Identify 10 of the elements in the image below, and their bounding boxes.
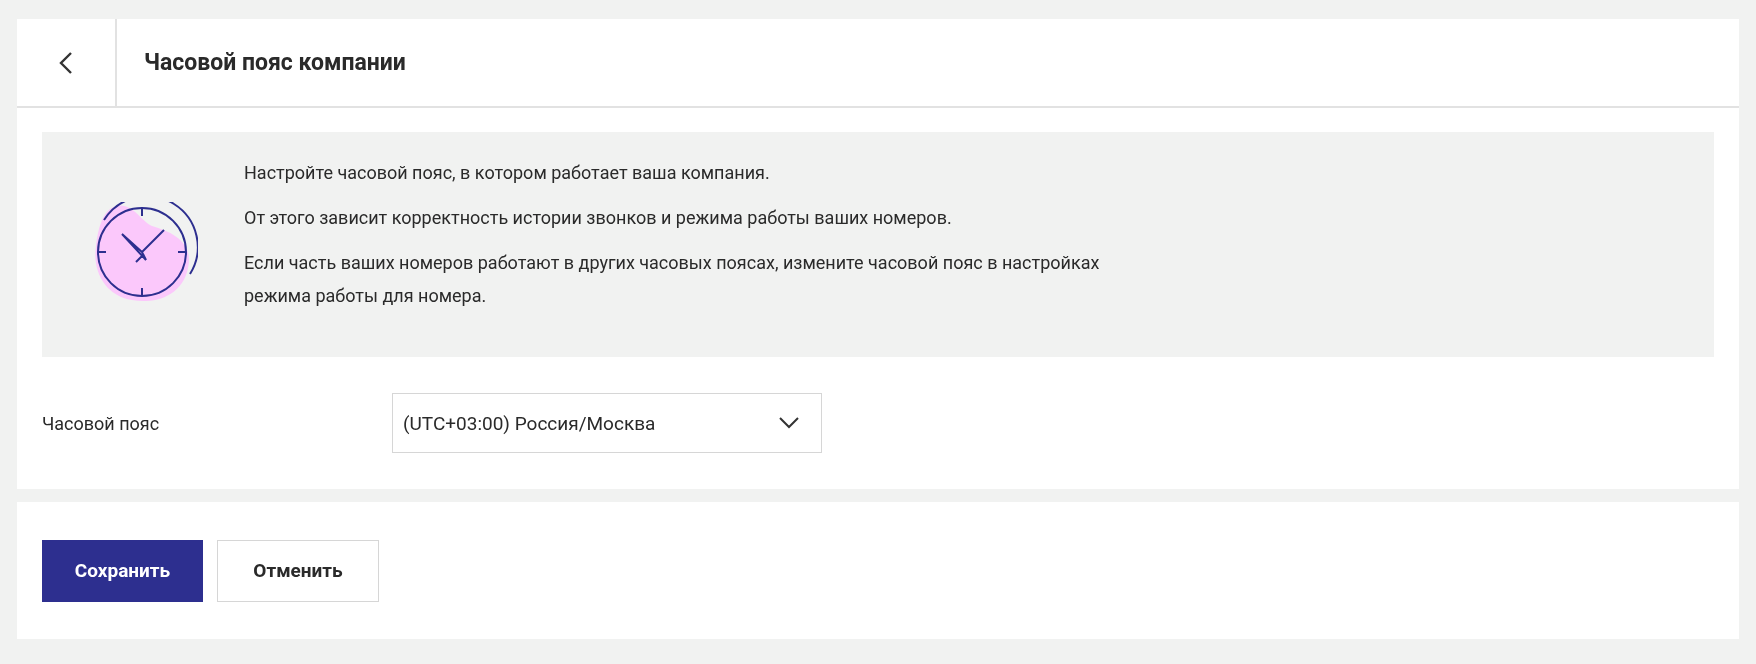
field-label: Часовой пояс xyxy=(42,412,161,434)
save-button[interactable]: Сохранить xyxy=(42,539,203,602)
chevron-down-icon xyxy=(779,417,799,429)
back-icon xyxy=(58,50,74,75)
timezone-select[interactable]: (UTC+03:00) Россия/Москва xyxy=(392,393,822,453)
info-text: Настройте часовой пояс, в котором работает ваша компания. xyxy=(244,161,771,185)
page-title: Часовой пояс компании xyxy=(144,49,406,76)
cancel-button[interactable]: Отменить xyxy=(217,539,379,602)
info-text: Если часть ваших номеров работают в других часовых поясах, измените часовой пояс в настройках режима работы для номера. xyxy=(244,251,1101,308)
info-text: От этого зависит корректность истории звонков и режима работы ваших номеров. xyxy=(244,206,953,230)
